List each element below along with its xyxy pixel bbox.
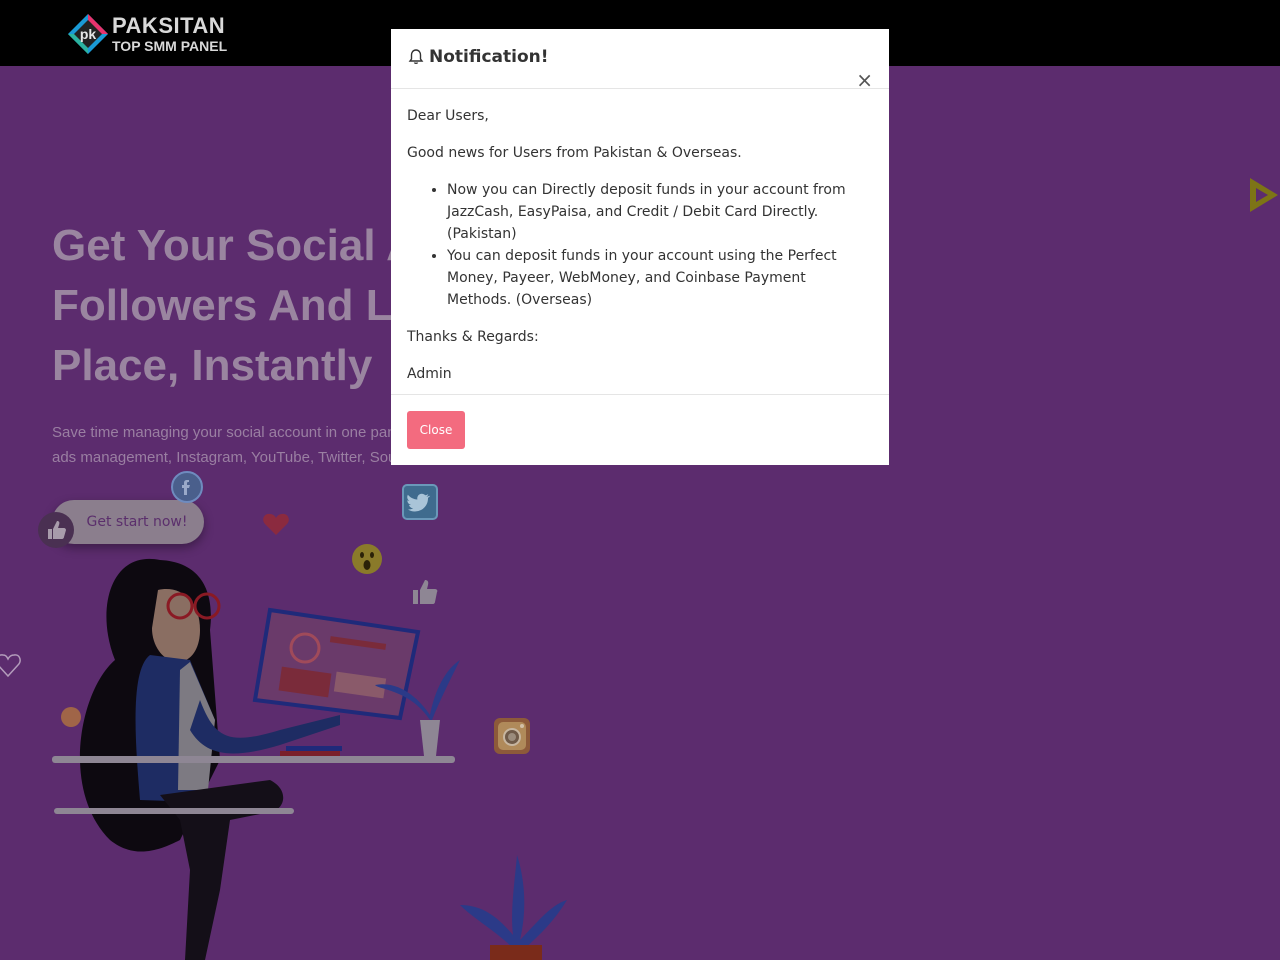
close-button[interactable]: Close <box>407 411 465 449</box>
facebook-icon <box>171 471 203 503</box>
hero-title-line-2: Followers And Li <box>52 281 405 330</box>
twitter-icon <box>402 484 438 520</box>
heart-icon <box>263 513 289 535</box>
modal-signature: Admin <box>407 366 452 382</box>
modal-regards: Thanks & Regards: <box>407 329 539 345</box>
bell-icon <box>408 49 424 65</box>
svg-text:pk: pk <box>80 26 97 42</box>
modal-close-x-button[interactable]: × <box>856 70 873 90</box>
list-item: You can deposit funds in your account us… <box>447 245 873 311</box>
hero-subtitle-line-2: ads management, Instagram, YouTube, Twit… <box>52 449 414 466</box>
hero-title-line-3: Place, Instantly <box>52 341 373 390</box>
logo-title: PAKSITAN <box>112 13 226 38</box>
heart-outline-icon <box>0 654 21 678</box>
instagram-icon <box>494 718 530 754</box>
modal-bullet-list: Now you can Directly deposit funds in yo… <box>407 179 873 311</box>
list-item: Now you can Directly deposit funds in yo… <box>447 179 873 245</box>
modal-footer: Close <box>391 394 889 466</box>
modal-intro: Good news for Users from Pakistan & Over… <box>407 145 742 161</box>
modal-body: Dear Users, Good news for Users from Pak… <box>391 89 889 385</box>
modal-title-text: Notification! <box>429 47 549 67</box>
logo-subtitle: TOP SMM PANEL <box>112 38 228 54</box>
modal-title: Notification! <box>407 47 549 67</box>
site-logo[interactable]: pk PAKSITAN TOP SMM PANEL <box>66 12 227 56</box>
modal-header: Notification! × <box>391 29 889 90</box>
modal-greeting: Dear Users, <box>407 108 489 124</box>
play-icon <box>1250 178 1278 212</box>
plant-illustration <box>460 855 567 960</box>
notification-modal: Notification! × Dear Users, Good news fo… <box>391 29 889 465</box>
hero-title-line-1: Get Your Social A <box>52 221 418 270</box>
hero-subtitle-line-1: Save time managing your social account i… <box>52 424 412 441</box>
logo-mark-icon: pk <box>66 12 110 56</box>
get-started-label: Get start now! <box>86 514 188 530</box>
hero-illustration <box>52 558 460 960</box>
